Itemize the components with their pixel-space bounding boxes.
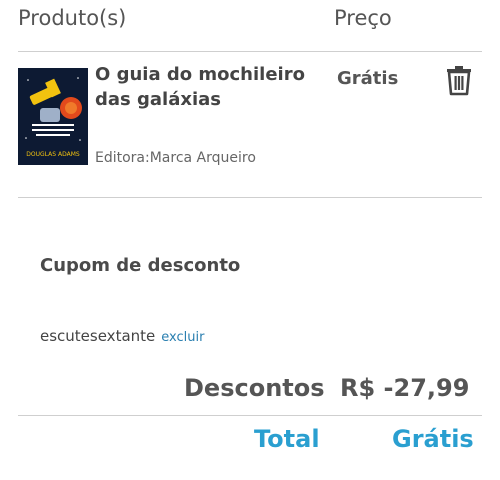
product-price: Grátis xyxy=(337,68,399,89)
price-column-header: Preço xyxy=(334,6,392,30)
applied-coupon: escutesextante excluir xyxy=(40,327,204,345)
trash-icon xyxy=(447,66,471,96)
summary-divider xyxy=(18,415,482,416)
product-publisher: Editora:Marca Arqueiro xyxy=(95,150,256,166)
product-column-header: Produto(s) xyxy=(18,6,127,30)
total-label: Total xyxy=(254,425,320,453)
book-cover-art: DOUGLAS ADAMS xyxy=(18,68,88,165)
coupon-code: escutesextante xyxy=(40,327,156,345)
coupon-section-title: Cupom de desconto xyxy=(40,255,241,276)
book-cover-image: DOUGLAS ADAMS xyxy=(18,68,88,165)
remove-coupon-link[interactable]: excluir xyxy=(161,330,204,345)
product-title[interactable]: O guia do mochileiro das galáxias xyxy=(95,62,325,112)
header-divider xyxy=(18,51,482,52)
discount-label: Descontos xyxy=(184,374,325,402)
item-divider xyxy=(18,197,482,198)
total-value: Grátis xyxy=(392,425,474,453)
book-cover-author: DOUGLAS ADAMS xyxy=(26,151,80,158)
remove-item-button[interactable] xyxy=(444,64,474,96)
discount-value: R$ -27,99 xyxy=(340,374,470,402)
